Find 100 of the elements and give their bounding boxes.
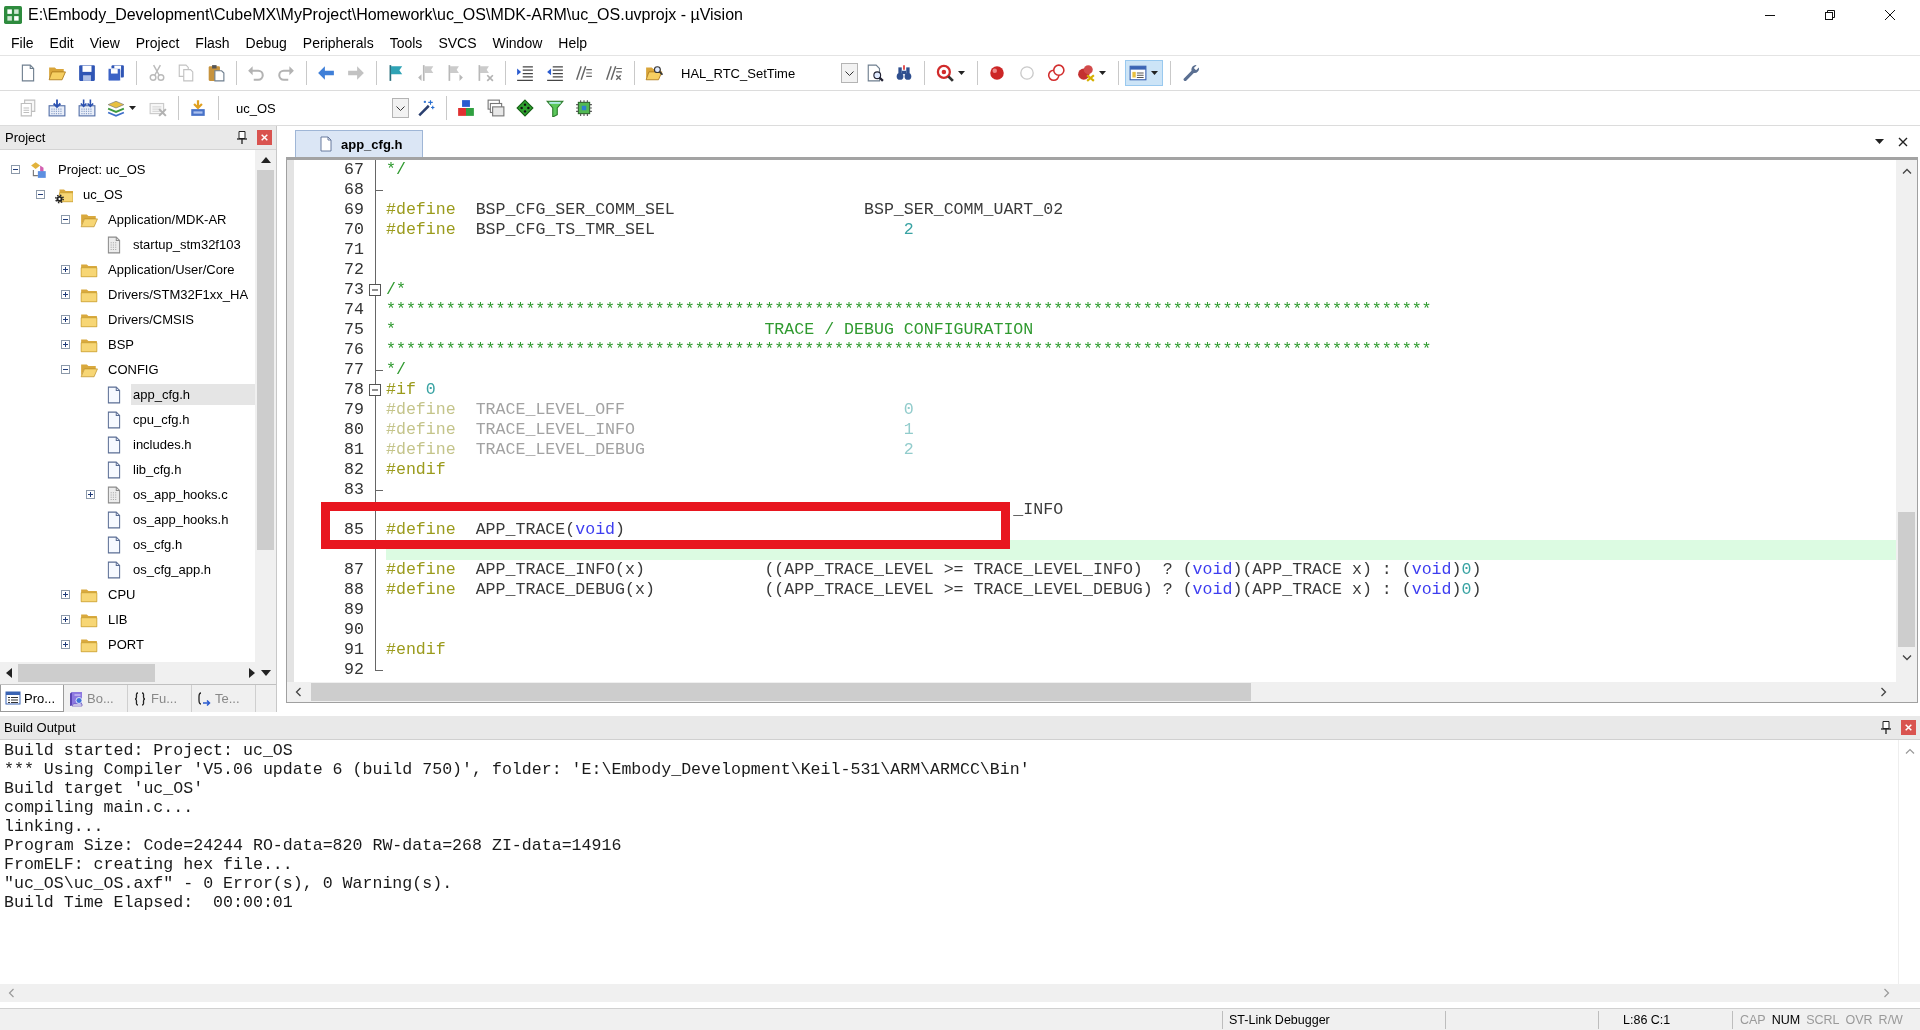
collapse-icon[interactable] [36, 190, 45, 199]
caret-icon[interactable] [1875, 139, 1884, 144]
menu-item[interactable]: Tools [381, 34, 431, 51]
vertical-scrollbar[interactable] [255, 150, 276, 662]
menu-item[interactable]: File [3, 34, 42, 51]
tree-item[interactable]: LIB [106, 609, 131, 630]
tree-item[interactable]: CONFIG [106, 359, 162, 380]
file-icon [105, 460, 123, 479]
tree-item[interactable]: PORT [106, 634, 147, 655]
tree-item[interactable]: Drivers/STM32F1xx_HA [106, 284, 252, 305]
menu-item[interactable]: View [81, 34, 128, 51]
expand-icon[interactable] [61, 590, 70, 599]
tree-item[interactable]: Project: uc_OS [56, 159, 149, 180]
tree-item[interactable]: os_cfg_app.h [131, 559, 215, 580]
tree-item[interactable]: cpu_cfg.h [131, 409, 193, 430]
line-number: 83 [344, 480, 364, 499]
output-line: "uc_OS\uc_OS.axf" - 0 Error(s), 0 Warning(s). [4, 874, 453, 893]
expand-icon[interactable] [61, 640, 70, 649]
code-line: */ [386, 360, 406, 380]
menu-item[interactable]: Flash [187, 34, 238, 51]
scroll-thumb[interactable] [257, 170, 274, 550]
line-number: 70 [344, 220, 364, 239]
panel-tab[interactable]: Pro... [0, 685, 64, 712]
menu-item[interactable]: Project [127, 34, 188, 51]
scroll-down-icon[interactable] [1901, 655, 1912, 661]
scroll-left-icon[interactable] [6, 668, 12, 678]
caret-icon [957, 71, 965, 75]
breakpoint-icon [988, 64, 1007, 82]
vertical-scrollbar[interactable] [1896, 160, 1917, 682]
tree-item[interactable]: lib_cfg.h [131, 459, 185, 480]
line-number: 80 [344, 420, 364, 439]
menu-item[interactable]: Window [484, 34, 551, 51]
tree-item[interactable]: os_cfg.h [131, 534, 186, 555]
window-layout-button[interactable] [1125, 60, 1164, 86]
code-editor[interactable] [287, 160, 1896, 682]
right-arrow-icon [346, 64, 365, 82]
menu-item[interactable]: Edit [41, 34, 82, 51]
line-number: 77 [344, 360, 364, 379]
horizontal-scrollbar[interactable] [286, 682, 1918, 703]
code-line: ********************************************************************************************************* [386, 340, 1432, 360]
close-icon[interactable] [1898, 136, 1908, 147]
tree-item[interactable]: startup_stm32f103 [131, 234, 244, 255]
tree-item[interactable]: os_app_hooks.c [131, 484, 231, 505]
menu-item[interactable]: Peripherals [294, 34, 382, 51]
expand-icon[interactable] [61, 340, 70, 349]
expand-icon[interactable] [61, 615, 70, 624]
tree-item[interactable]: includes.h [131, 434, 195, 455]
line-number: 85 [344, 520, 364, 539]
tree-item[interactable]: Drivers/CMSIS [106, 309, 197, 330]
scroll-thumb[interactable] [18, 664, 155, 682]
binoculars-icon [895, 64, 914, 82]
file-icon [105, 535, 123, 554]
collapse-icon[interactable] [369, 284, 381, 296]
tree-item[interactable]: app_cfg.h [131, 384, 255, 405]
copy-icon [177, 64, 196, 82]
tree-item[interactable]: uc_OS [81, 184, 126, 205]
tree-item[interactable]: Application/MDK-AR [106, 209, 230, 230]
output-line: linking... [4, 817, 104, 836]
tree-item[interactable]: CPU [106, 584, 139, 605]
output-line: Program Size: Code=24244 RO-data=820 RW-data=268 ZI-data=14916 [4, 836, 622, 855]
output-line: Build started: Project: uc_OS [4, 741, 293, 760]
scroll-up-icon[interactable] [1901, 168, 1912, 174]
scroll-thumb[interactable] [311, 683, 1251, 701]
expand-icon[interactable] [61, 290, 70, 299]
scroll-down-icon[interactable] [261, 670, 271, 676]
collapse-icon[interactable] [369, 384, 381, 396]
menu-item[interactable]: Debug [237, 34, 295, 51]
scroll-up-icon[interactable] [260, 157, 271, 163]
line-number: 79 [344, 400, 364, 419]
download-icon [189, 99, 208, 117]
tree-item[interactable]: BSP [106, 334, 137, 355]
comment-icon [575, 64, 594, 82]
code-line: */ [386, 160, 406, 180]
expand-icon[interactable] [86, 490, 95, 499]
expand-icon[interactable] [61, 265, 70, 274]
scroll-right-icon[interactable] [249, 668, 255, 678]
menu-item[interactable]: SVCS [430, 34, 485, 51]
layers-icon [107, 99, 126, 117]
magic-wand-icon [416, 99, 435, 117]
pages-icon [18, 99, 37, 117]
file-icon [105, 510, 123, 529]
file-icon [105, 235, 123, 254]
pin-icon[interactable] [236, 131, 248, 144]
editor-tab[interactable]: app_cfg.h [295, 130, 423, 157]
collapse-icon[interactable] [61, 365, 70, 374]
code-line: #define TRACE_LEVEL_OFF 0 [386, 400, 914, 420]
scroll-thumb[interactable] [1898, 512, 1915, 647]
collapse-icon[interactable] [11, 165, 20, 174]
code-line: #define APP_TRACE(void) [386, 520, 626, 540]
code-line: ********************************************************************************************************* [386, 300, 1432, 320]
output-line: Build Time Elapsed: 00:00:01 [4, 893, 293, 912]
output-line: FromELF: creating hex file... [4, 855, 293, 874]
tree-item[interactable]: Application/User/Core [106, 259, 238, 280]
key-indicator: SCRL [1806, 1012, 1840, 1027]
pin-icon[interactable] [1880, 721, 1892, 734]
tree-item[interactable]: os_app_hooks.h [131, 509, 232, 530]
expand-icon[interactable] [61, 315, 70, 324]
wrench-icon [1181, 64, 1200, 82]
collapse-icon[interactable] [61, 215, 70, 224]
menu-item[interactable]: Help [550, 34, 596, 51]
